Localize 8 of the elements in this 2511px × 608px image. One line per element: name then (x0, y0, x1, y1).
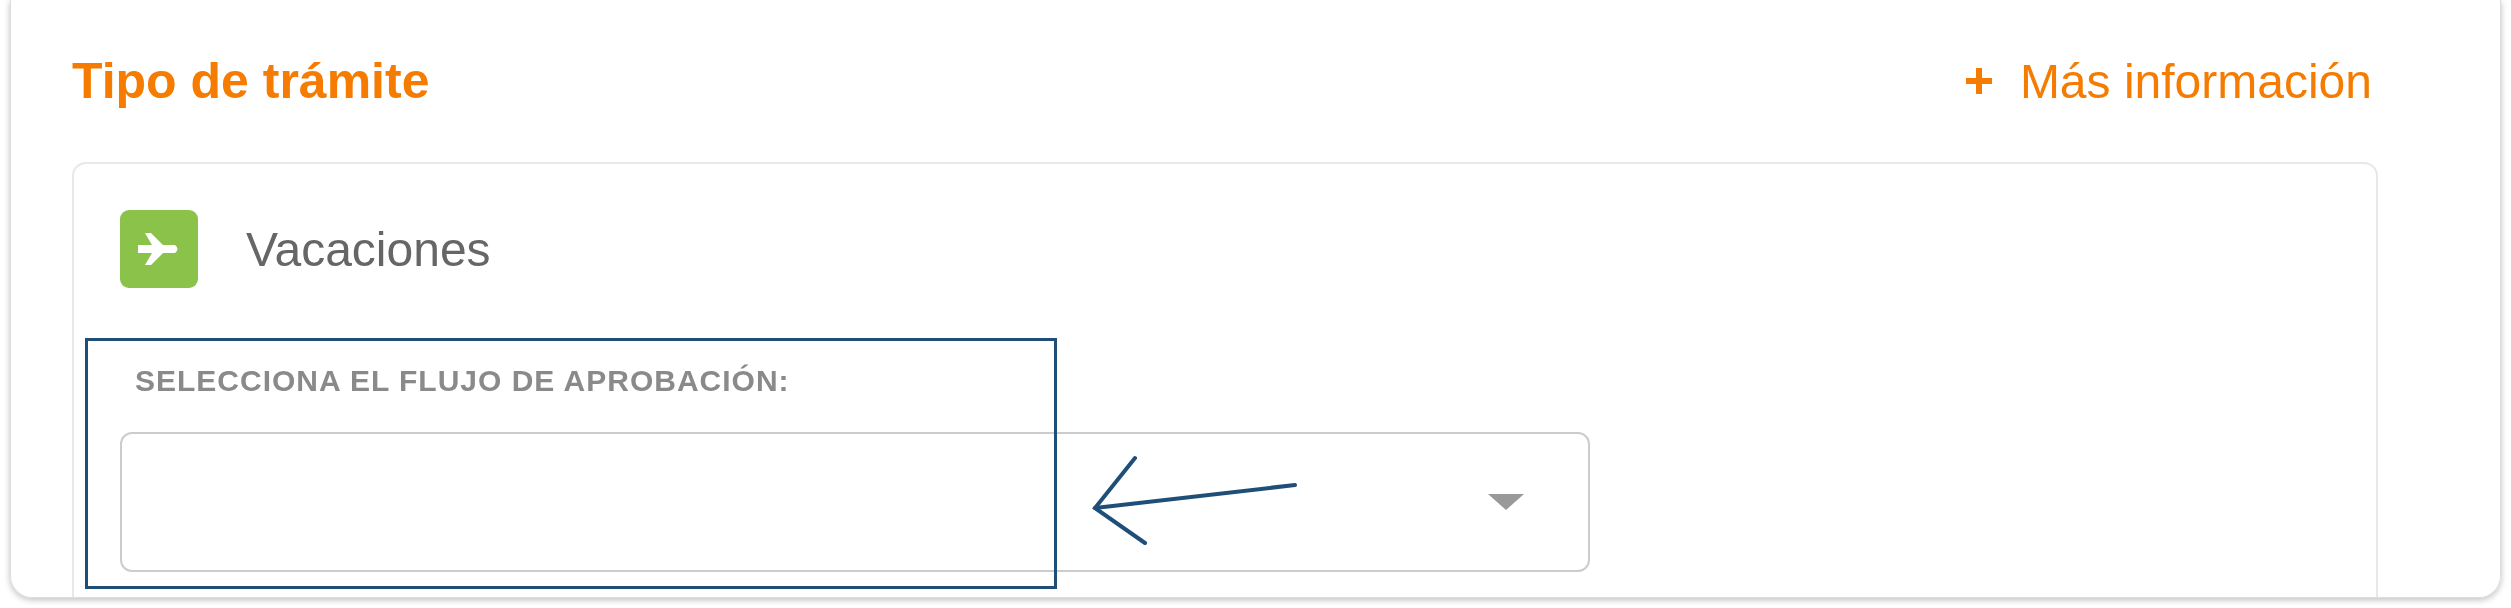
caret-icon (1488, 494, 1524, 510)
section-title: Tipo de trámite (72, 52, 430, 110)
approval-flow-dropdown[interactable] (120, 432, 1590, 572)
plus-icon (1963, 66, 1994, 96)
more-info-link[interactable]: Más información (1963, 53, 2372, 109)
airplane-icon (120, 210, 198, 288)
procedure-name: Vacaciones (246, 221, 491, 277)
field-label: SELECCIONA EL FLUJO DE APROBACIÓN: (135, 364, 791, 398)
